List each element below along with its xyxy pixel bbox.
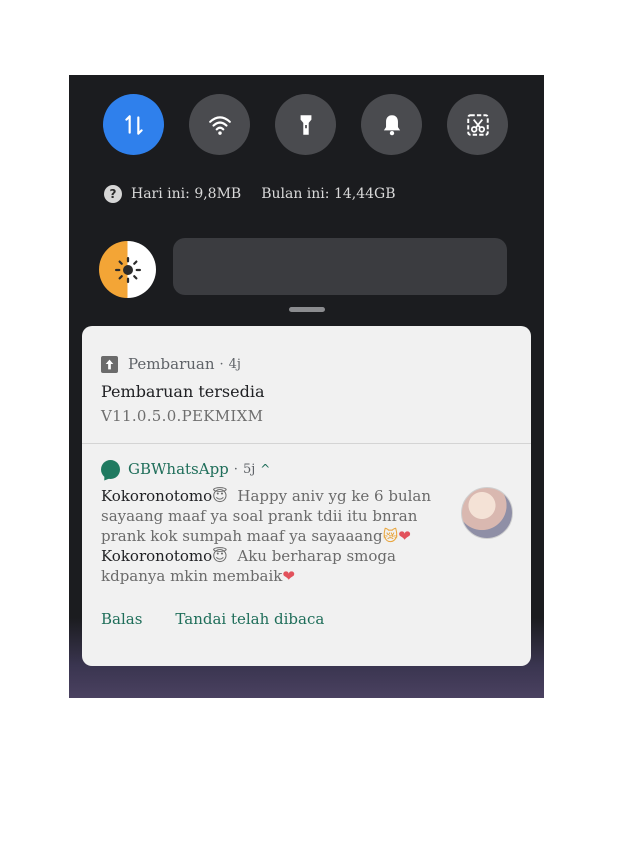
mark-read-button[interactable]: Tandai telah dibaca <box>175 610 324 628</box>
screenshot-toggle[interactable] <box>447 94 508 155</box>
separator-dot: · <box>219 356 224 372</box>
reply-button[interactable]: Balas <box>101 610 142 628</box>
arrow-up-icon <box>101 355 118 373</box>
whatsapp-header: GBWhatsApp · 5j ^ <box>101 458 512 480</box>
bell-icon <box>383 114 400 135</box>
help-icon[interactable]: ? <box>104 185 122 203</box>
brightness-icon[interactable] <box>99 241 156 298</box>
heart-emoji-icon: ❤ <box>398 527 411 545</box>
chevron-up-icon[interactable]: ^ <box>260 462 270 476</box>
notification-actions: Balas Tandai telah dibaca <box>101 610 324 628</box>
update-text: V11.0.5.0.PEKMIXM <box>101 407 264 425</box>
sun-icon <box>114 256 141 283</box>
mobile-data-toggle[interactable] <box>103 94 164 155</box>
message-sender: Kokoronotomo <box>101 547 213 565</box>
whatsapp-icon <box>101 459 120 479</box>
separator-dot: · <box>233 461 238 477</box>
sound-toggle[interactable] <box>361 94 422 155</box>
scissors-screenshot-icon <box>466 113 489 136</box>
whatsapp-time: 5j <box>242 461 256 477</box>
angel-emoji-icon: 😇 <box>212 487 228 505</box>
shade-drag-handle[interactable] <box>289 307 325 312</box>
wifi-icon <box>208 115 231 135</box>
message-sender: Kokoronotomo <box>101 487 213 505</box>
whatsapp-app-name: GBWhatsApp <box>128 460 229 478</box>
flashlight-toggle[interactable] <box>275 94 336 155</box>
notification-divider <box>82 443 531 444</box>
update-app-name: Pembaruan <box>128 355 215 373</box>
usage-month: Bulan ini: 14,44GB <box>261 186 396 202</box>
notification-card: Pembaruan · 4j Pembaruan tersedia V11.0.… <box>82 326 531 666</box>
update-notification[interactable]: Pembaruan · 4j Pembaruan tersedia V11.0.… <box>101 353 512 425</box>
heart-emoji-icon: ❤ <box>282 567 295 585</box>
flashlight-icon <box>300 114 311 135</box>
whatsapp-notification[interactable]: GBWhatsApp · 5j ^ Kokoronotomo😇 Happy an… <box>101 458 512 586</box>
angel-emoji-icon: 😇 <box>212 547 228 565</box>
notification-shade: ? Hari ini: 9,8MB Bulan ini: 14,44GB Pem… <box>69 75 544 698</box>
update-time: 4j <box>228 356 241 372</box>
brightness-slider[interactable] <box>173 238 507 295</box>
usage-today: Hari ini: 9,8MB <box>131 186 242 202</box>
avatar <box>461 487 513 539</box>
message-1: Kokoronotomo😇 Happy aniv yg ke 6 bulan s… <box>101 486 441 546</box>
crying-cat-emoji-icon: 😿 <box>382 527 399 545</box>
wifi-toggle[interactable] <box>189 94 250 155</box>
mobile-data-icon <box>124 114 143 135</box>
update-title: Pembaruan tersedia <box>101 382 265 401</box>
data-usage: ? Hari ini: 9,8MB Bulan ini: 14,44GB <box>104 184 396 204</box>
quick-settings-row <box>103 94 511 156</box>
update-header: Pembaruan · 4j <box>101 353 512 375</box>
message-2: Kokoronotomo😇 Aku berharap smoga kdpanya… <box>101 546 441 586</box>
